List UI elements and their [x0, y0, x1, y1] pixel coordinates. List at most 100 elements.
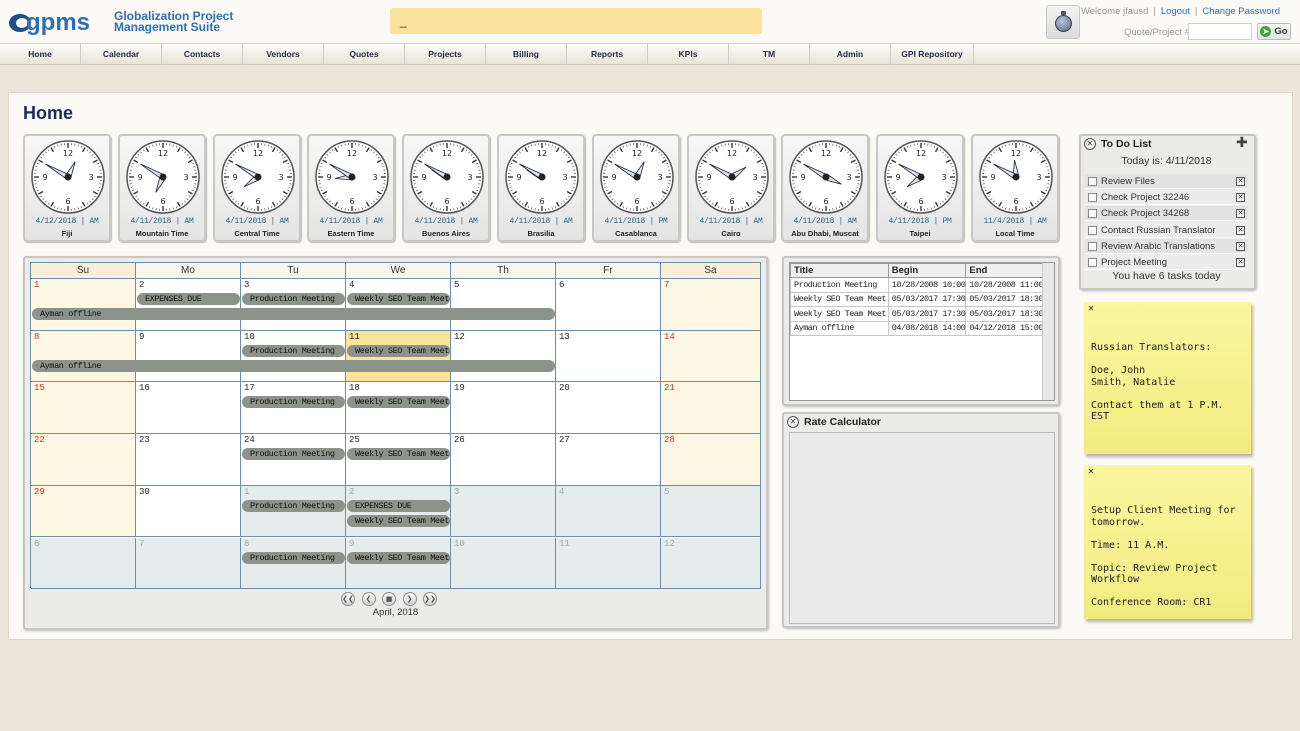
- calendar-day-cell[interactable]: 21: [661, 382, 761, 435]
- calendar-day-cell[interactable]: 10: [451, 537, 556, 590]
- calendar-event[interactable]: Production Meeting: [242, 396, 345, 409]
- calendar-event[interactable]: Ayman offline: [32, 359, 555, 372]
- calendar-event[interactable]: Production Meeting: [242, 551, 345, 564]
- events-column-header[interactable]: End: [965, 263, 1044, 278]
- delete-task-icon[interactable]: ✕: [1236, 225, 1245, 235]
- quote-project-input[interactable]: [1188, 23, 1252, 40]
- events-column-header[interactable]: Title: [790, 263, 889, 278]
- calendar-day-cell[interactable]: 29: [31, 485, 136, 538]
- todo-checkbox[interactable]: [1088, 225, 1097, 235]
- table-row[interactable]: Production Meeting 10/28/2008 10:00 10/28/…: [790, 277, 1044, 293]
- calendar-event[interactable]: Weekly SEO Team Meet: [347, 344, 450, 357]
- nav-item-billing[interactable]: Billing: [486, 44, 567, 65]
- nav-item-gpi-repository[interactable]: GPI Repository: [891, 44, 974, 65]
- todo-checkbox[interactable]: [1088, 193, 1097, 203]
- calendar-day-cell[interactable]: 30: [136, 485, 241, 538]
- nav-item-admin[interactable]: Admin: [810, 44, 891, 65]
- calendar-day-cell[interactable]: 28: [661, 434, 761, 486]
- events-column-header[interactable]: Begin: [887, 263, 967, 278]
- today-icon[interactable]: ■: [382, 592, 396, 606]
- sticky-note[interactable]: ✕ Russian Translators: Doe, John Smith, …: [1084, 302, 1251, 454]
- calendar-day-cell[interactable]: 8: [31, 330, 136, 383]
- delete-task-icon[interactable]: ✕: [1236, 193, 1245, 203]
- svg-text:12: 12: [632, 149, 642, 158]
- change-password-link[interactable]: Change Password: [1202, 6, 1280, 17]
- gpms-logo[interactable]: gpms: [8, 8, 104, 36]
- calendar-day-cell[interactable]: 14: [661, 330, 761, 383]
- calendar-day-cell[interactable]: 9: [136, 330, 241, 383]
- calendar-day-cell[interactable]: 5: [661, 485, 761, 538]
- nav-item-calendar[interactable]: Calendar: [81, 44, 162, 65]
- calendar-day-cell[interactable]: 23: [136, 434, 241, 486]
- next-year-icon[interactable]: ❯❯: [423, 592, 437, 606]
- calendar-day-cell[interactable]: 19: [451, 382, 556, 435]
- delete-task-icon[interactable]: ✕: [1236, 177, 1245, 186]
- close-icon[interactable]: ✕: [787, 416, 799, 428]
- todo-checkbox[interactable]: [1088, 241, 1097, 251]
- go-button[interactable]: ➤ Go: [1257, 23, 1291, 40]
- stopwatch-button[interactable]: [1046, 5, 1080, 39]
- calendar-day-cell[interactable]: 12: [451, 330, 556, 383]
- calendar-day-cell[interactable]: 6: [31, 537, 136, 590]
- nav-item-contacts[interactable]: Contacts: [162, 44, 243, 65]
- delete-task-icon[interactable]: ✕: [1236, 209, 1245, 219]
- calendar-day-cell[interactable]: 12: [661, 537, 761, 590]
- calendar-event[interactable]: Production Meeting: [242, 293, 345, 305]
- calendar-day-cell[interactable]: 7: [136, 537, 241, 590]
- nav-item-vendors[interactable]: Vendors: [243, 44, 324, 65]
- calendar-event[interactable]: EXPENSES DUE: [137, 293, 240, 305]
- table-row[interactable]: Weekly SEO Team Meet 05/03/2017 17:30 05/0…: [790, 291, 1044, 307]
- todo-checkbox[interactable]: [1088, 258, 1097, 267]
- sticky-note[interactable]: ✕ Setup Client Meeting for tomorrow. Tim…: [1084, 465, 1251, 619]
- nav-item-projects[interactable]: Projects: [405, 44, 486, 65]
- suite-name-line2: Management Suite: [114, 20, 221, 34]
- calendar-day-cell[interactable]: 13: [556, 330, 661, 383]
- sticky-close-icon[interactable]: ✕: [1088, 303, 1094, 315]
- calendar-day-cell[interactable]: 1: [31, 279, 136, 331]
- add-task-icon[interactable]: ✚: [1236, 136, 1248, 150]
- table-row[interactable]: Ayman offline 04/08/2018 14:00 04/12/2018 …: [790, 320, 1044, 336]
- calendar-event[interactable]: Production Meeting: [242, 344, 345, 357]
- calendar-day-cell[interactable]: 11: [556, 537, 661, 590]
- calendar-day-cell[interactable]: 6: [556, 279, 661, 331]
- prev-month-icon[interactable]: ❮: [361, 592, 376, 606]
- calendar-day-cell[interactable]: 17: [241, 382, 346, 435]
- calendar-day-cell[interactable]: 4: [556, 485, 661, 538]
- logout-link[interactable]: Logout: [1161, 6, 1190, 17]
- calendar-event[interactable]: Weekly SEO Team Meet: [347, 551, 450, 564]
- nav-item-kpis[interactable]: KPIs: [648, 44, 729, 65]
- nav-item-reports[interactable]: Reports: [567, 44, 648, 65]
- delete-task-icon[interactable]: ✕: [1236, 258, 1245, 267]
- calendar-day-cell[interactable]: 18: [346, 382, 451, 435]
- calendar-event[interactable]: Weekly SEO Team Meet: [347, 514, 450, 527]
- calendar-day-cell[interactable]: 26: [451, 434, 556, 486]
- sticky-close-icon[interactable]: ✕: [1088, 466, 1094, 478]
- nav-item-home[interactable]: Home: [0, 44, 81, 65]
- calendar-event[interactable]: Production Meeting: [242, 499, 345, 512]
- events-scrollbar[interactable]: [1042, 263, 1054, 400]
- calendar-day-cell[interactable]: 3: [451, 485, 556, 538]
- calendar-event[interactable]: Weekly SEO Team Meet: [347, 293, 450, 305]
- calendar-day-cell[interactable]: 5: [451, 279, 556, 331]
- delete-task-icon[interactable]: ✕: [1236, 241, 1245, 251]
- calendar-day-cell[interactable]: 27: [556, 434, 661, 486]
- calendar-day-number: 13: [559, 331, 570, 342]
- calendar-event[interactable]: Ayman offline: [32, 308, 555, 320]
- prev-year-icon[interactable]: ❮❮: [341, 592, 355, 606]
- calendar-event[interactable]: Weekly SEO Team Meet: [347, 396, 450, 409]
- calendar-event[interactable]: Production Meeting: [242, 448, 345, 461]
- todo-checkbox[interactable]: [1088, 209, 1097, 219]
- calendar-event[interactable]: EXPENSES DUE: [347, 499, 450, 512]
- calendar-day-cell[interactable]: 22: [31, 434, 136, 486]
- calendar-day-cell[interactable]: 20: [556, 382, 661, 435]
- calendar-day-cell[interactable]: 15: [31, 382, 136, 435]
- next-month-icon[interactable]: ❯: [402, 592, 417, 606]
- close-icon[interactable]: ✕: [1084, 138, 1096, 150]
- calendar-day-cell[interactable]: 16: [136, 382, 241, 435]
- nav-item-tm[interactable]: TM: [729, 44, 810, 65]
- calendar-event[interactable]: Weekly SEO Team Meet: [347, 448, 450, 461]
- calendar-day-cell[interactable]: 7: [661, 279, 761, 331]
- nav-item-quotes[interactable]: Quotes: [324, 44, 405, 65]
- todo-checkbox[interactable]: [1088, 177, 1097, 186]
- table-row[interactable]: Weekly SEO Team Meet 05/03/2017 17:30 05/0…: [790, 306, 1044, 322]
